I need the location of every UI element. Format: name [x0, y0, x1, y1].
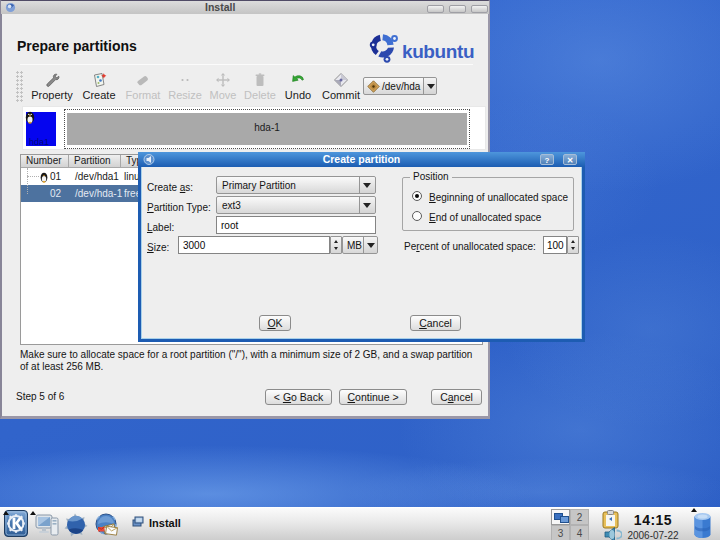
- svg-text:kubuntu: kubuntu: [402, 41, 474, 62]
